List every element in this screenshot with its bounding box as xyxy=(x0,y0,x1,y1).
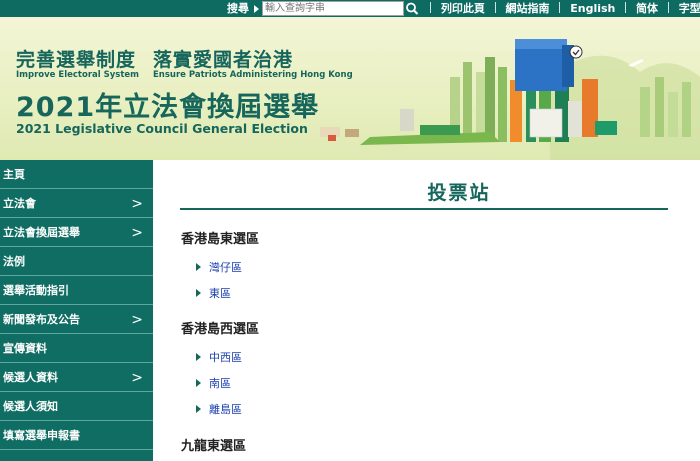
region-heading: 香港島西選區 xyxy=(181,322,260,337)
district-link[interactable]: 東區 xyxy=(196,285,231,301)
sidebar-item-label: 法例 xyxy=(3,255,25,268)
sidebar-item-legislation[interactable]: 法例 xyxy=(0,248,153,276)
chevron-right-icon: > xyxy=(131,225,143,241)
chevron-right-icon: > xyxy=(131,370,143,386)
header-banner: 完善選舉制度 落實愛國者治港 Improve Electoral System … xyxy=(0,17,700,160)
sidebar-item-legco[interactable]: 立法會 > xyxy=(0,190,153,218)
triangle-bullet-icon xyxy=(196,405,201,413)
region-heading: 香港島東選區 xyxy=(181,232,260,247)
banner-election-title: 2021年立法會換屆選舉 xyxy=(16,92,320,123)
sidebar-item-label: 主頁 xyxy=(3,168,25,181)
sidebar-item-home[interactable]: 主頁 xyxy=(0,161,153,189)
district-link[interactable]: 南區 xyxy=(196,375,231,391)
page-title: 投票站 xyxy=(427,182,491,204)
search-arrow-icon xyxy=(254,5,259,13)
district-link[interactable]: 中西區 xyxy=(196,349,242,365)
utility-links: 列印此頁 網站指南 English 简体 字型大小 xyxy=(424,0,700,17)
sidebar-item-label: 宣傳資料 xyxy=(3,342,47,355)
sidebar-item-candidate-info[interactable]: 候選人資料 > xyxy=(0,364,153,392)
sidebar-item-label: 新聞發布及公告 xyxy=(3,313,80,326)
sidebar-item-publicity[interactable]: 宣傳資料 xyxy=(0,335,153,363)
sidebar-item-label: 候選人須知 xyxy=(3,400,58,413)
banner-slogan-2: 落實愛國者治港 xyxy=(153,49,294,71)
simplified-chinese-link[interactable]: 简体 xyxy=(636,2,658,15)
site-guide-link[interactable]: 網站指南 xyxy=(506,2,550,15)
search-label: 搜尋 xyxy=(227,2,249,15)
triangle-bullet-icon xyxy=(196,379,201,387)
triangle-bullet-icon xyxy=(196,353,201,361)
title-divider xyxy=(180,208,668,210)
sidebar-item-label: 立法會換屆選舉 xyxy=(3,226,80,239)
banner-slogan-1-en: Improve Electoral System xyxy=(16,70,140,80)
search-input[interactable] xyxy=(262,1,404,16)
triangle-bullet-icon xyxy=(196,263,201,271)
chevron-right-icon: > xyxy=(131,312,143,328)
district-link[interactable]: 灣仔區 xyxy=(196,259,242,275)
sidebar-item-general-election[interactable]: 立法會換屆選舉 > xyxy=(0,219,153,247)
sidebar-item-election-return[interactable]: 填寫選舉申報書 xyxy=(0,422,153,450)
sidebar-item-press-releases[interactable]: 新聞發布及公告 > xyxy=(0,306,153,334)
district-link[interactable]: 離島區 xyxy=(196,401,242,417)
sidebar-item-label: 候選人資料 xyxy=(3,371,58,384)
sidebar-item-guidelines[interactable]: 選舉活動指引 xyxy=(0,277,153,305)
sidebar-item-label: 選舉活動指引 xyxy=(3,284,69,297)
search-button[interactable] xyxy=(402,0,422,17)
magnifier-icon xyxy=(406,2,419,15)
banner-election-title-en: 2021 Legislative Council General Electio… xyxy=(16,121,308,136)
chevron-right-icon: > xyxy=(131,196,143,212)
city-skyline-illustration xyxy=(320,39,700,160)
banner-slogan-1: 完善選舉制度 xyxy=(16,49,137,71)
sidebar-nav: 主頁 立法會 > 立法會換屆選舉 > 法例 選舉活動指引 新聞發布及公告 > 宣… xyxy=(0,160,153,461)
print-page-link[interactable]: 列印此頁 xyxy=(441,2,485,15)
english-link[interactable]: English xyxy=(570,2,615,15)
sidebar-item-label: 填寫選舉申報書 xyxy=(3,429,80,442)
region-heading: 九龍東選區 xyxy=(181,439,247,454)
top-utility-bar: 搜尋 列印此頁 網站指南 English 简体 字型大小 xyxy=(0,0,700,17)
sidebar-item-candidate-notes[interactable]: 候選人須知 xyxy=(0,393,153,421)
font-size-link[interactable]: 字型大小 xyxy=(679,2,700,15)
triangle-bullet-icon xyxy=(196,289,201,297)
sidebar-item-label: 立法會 xyxy=(3,197,36,210)
